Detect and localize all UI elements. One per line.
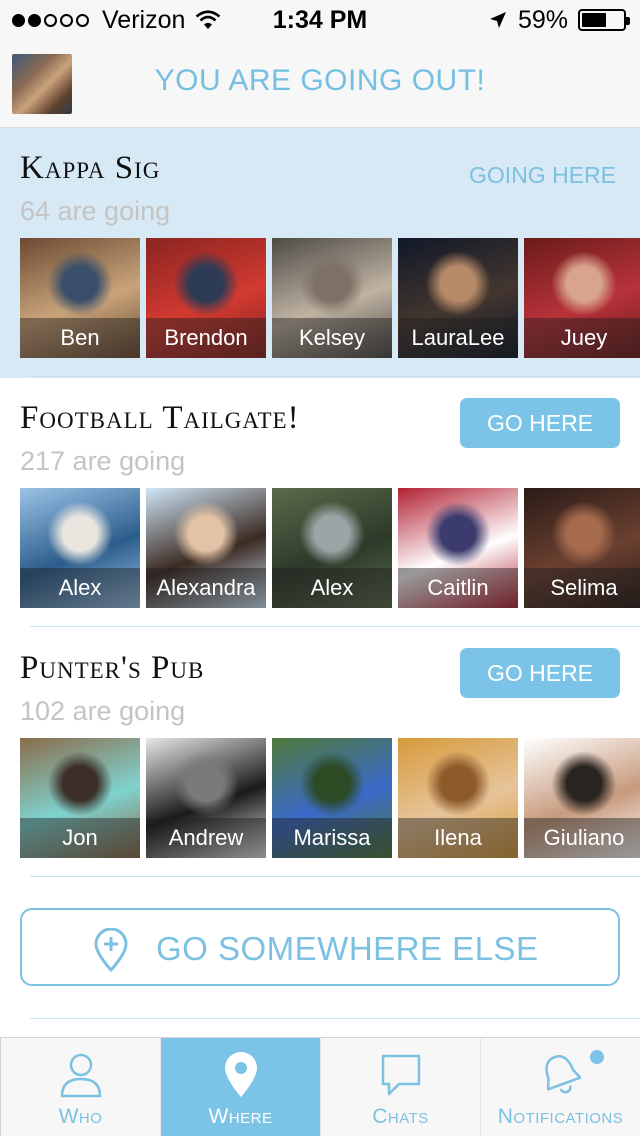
person-name: Alexandra	[146, 568, 266, 608]
person-name: Ilena	[398, 818, 518, 858]
tab-label: Where	[208, 1105, 273, 1128]
going-here-label[interactable]: GOING HERE	[469, 162, 616, 189]
venue-section-football-tailgate[interactable]: Football Tailgate! 217 are going GO HERE…	[0, 378, 640, 628]
going-count: 64 are going	[20, 196, 171, 226]
venue-name: Punter's Pub	[20, 650, 205, 686]
person-name: Giuliano	[524, 818, 640, 858]
person-thumbnail[interactable]: Andrew	[146, 738, 266, 858]
person-name: Alex	[272, 568, 392, 608]
venue-section-punters-pub[interactable]: Punter's Pub 102 are going GO HERE Jon An…	[0, 628, 640, 878]
divider	[30, 1018, 640, 1019]
go-somewhere-else-label: GO SOMEWHERE ELSE	[156, 930, 539, 967]
person-name: Kelsey	[272, 318, 392, 358]
map-pin-icon	[224, 1052, 257, 1097]
tab-who[interactable]: Who	[0, 1038, 160, 1136]
person-name: Alex	[20, 568, 140, 608]
go-somewhere-else-button[interactable]: GO SOMEWHERE ELSE	[20, 908, 620, 986]
divider	[30, 376, 640, 377]
status-bar: Verizon 1:34 PM 59%	[0, 0, 640, 40]
battery-icon	[578, 9, 630, 31]
tab-label: Who	[58, 1105, 103, 1128]
go-here-button[interactable]: GO HERE	[460, 648, 620, 698]
venue-name: Kappa Sig	[20, 150, 161, 186]
person-name: Marissa	[272, 818, 392, 858]
tab-label: Chats	[372, 1105, 429, 1128]
going-count: 102 are going	[20, 696, 186, 726]
person-name: Andrew	[146, 818, 266, 858]
person-thumbnail[interactable]: Selima	[524, 488, 640, 608]
tab-notifications[interactable]: Notifications	[480, 1038, 640, 1136]
person-thumbnail[interactable]: Brendon	[146, 238, 266, 358]
app-header: YOU ARE GOING OUT!	[0, 40, 640, 128]
battery-percentage: 59%	[517, 5, 568, 34]
person-name: Caitlin	[398, 568, 518, 608]
person-thumbnail[interactable]: Giuliano	[524, 738, 640, 858]
person-name: Jon	[20, 818, 140, 858]
person-thumbnail[interactable]: Alex	[272, 488, 392, 608]
person-name: Juey	[524, 318, 640, 358]
person-name: Ben	[20, 318, 140, 358]
people-row: Jon Andrew Marissa Ilena Giuliano	[20, 738, 640, 858]
go-here-button[interactable]: GO HERE	[460, 398, 620, 448]
add-location-icon	[94, 928, 128, 972]
person-thumbnail[interactable]: LauraLee	[398, 238, 518, 358]
notification-badge	[590, 1050, 604, 1064]
tab-label: Notifications	[497, 1105, 624, 1128]
tab-chats[interactable]: Chats	[320, 1038, 480, 1136]
person-thumbnail[interactable]: Caitlin	[398, 488, 518, 608]
tab-where[interactable]: Where	[160, 1038, 320, 1136]
person-name: Brendon	[146, 318, 266, 358]
tab-bar: Who Where Chats Notifications	[0, 1037, 640, 1136]
person-thumbnail[interactable]: Alexandra	[146, 488, 266, 608]
person-thumbnail[interactable]: Jon	[20, 738, 140, 858]
location-arrow-icon	[489, 12, 506, 28]
person-thumbnail[interactable]: Ben	[20, 238, 140, 358]
person-thumbnail[interactable]: Kelsey	[272, 238, 392, 358]
people-row: Ben Brendon Kelsey LauraLee Juey	[20, 238, 640, 358]
person-thumbnail[interactable]: Alex	[20, 488, 140, 608]
page-title: YOU ARE GOING OUT!	[154, 64, 486, 97]
person-thumbnail[interactable]: Ilena	[398, 738, 518, 858]
person-thumbnail[interactable]: Marissa	[272, 738, 392, 858]
going-count: 217 are going	[20, 446, 186, 476]
divider	[30, 626, 640, 627]
chat-bubble-icon	[381, 1054, 420, 1096]
bell-icon	[544, 1055, 581, 1094]
person-name: LauraLee	[398, 318, 518, 358]
person-thumbnail[interactable]: Juey	[524, 238, 640, 358]
divider	[30, 876, 640, 877]
person-name: Selima	[524, 568, 640, 608]
status-right: 59%	[488, 5, 630, 34]
person-icon	[60, 1053, 101, 1098]
venue-section-kappa-sig[interactable]: Kappa Sig 64 are going GOING HERE Ben Bre…	[0, 128, 640, 378]
venue-name: Football Tailgate!	[20, 400, 300, 436]
people-row: Alex Alexandra Alex Caitlin Selima	[20, 488, 640, 608]
